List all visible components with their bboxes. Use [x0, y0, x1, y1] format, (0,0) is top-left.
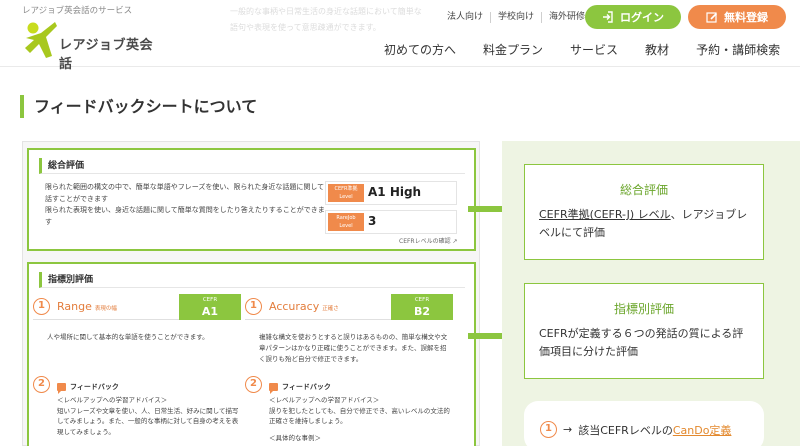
- accuracy-feedback-label: フィードバック: [282, 383, 331, 391]
- login-label: ログイン: [620, 11, 664, 24]
- range-feedback-label: フィードバック: [70, 383, 119, 391]
- faint-overlay-text-1: 一般的な事柄や日常生活の身近な話題において簡単な: [230, 7, 422, 16]
- top-link-school[interactable]: 学校向け: [490, 12, 541, 23]
- accuracy-title: Accuracy 正確さ: [269, 300, 339, 313]
- accuracy-cefr-label: CEFR: [414, 297, 430, 303]
- register-button[interactable]: 無料登録: [688, 5, 786, 29]
- overall-desc-line-1: 限られた範囲の構文の中で、簡単な単語やフレーズを使い、限られた身近な話題に関して…: [45, 183, 325, 203]
- nav-item-services[interactable]: サービス: [570, 41, 618, 58]
- cefr-link-label: CEFRレベルの確認: [399, 238, 451, 245]
- number-badge: 1: [245, 298, 262, 315]
- rarejob-level-row: RareJob Level 3: [325, 210, 457, 234]
- indicator-evaluation-box: 指標別評価 1 Range 表現の幅 CEFR A1 人や場所に関して基本的な単語…: [27, 262, 476, 446]
- indicator-heading: 指標別評価: [39, 272, 465, 288]
- accuracy-title-ja: 正確さ: [322, 306, 339, 312]
- pencil-icon: [706, 12, 718, 23]
- top-links: 法人向け 学校向け 海外研修: [440, 12, 592, 23]
- range-feedback-line-2: 短いフレーズや文章を使い、人、日常生活、好みに関して描写してみましょう。また、一…: [57, 406, 239, 436]
- range-feedback-text: ＜レベルアップへの学習アドバイス＞ 短いフレーズや文章を使い、人、日常生活、好み…: [57, 395, 239, 437]
- feedback-sheet-sample: 総合評価 限られた範囲の構文の中で、簡単な単語やフレーズを使い、限られた身近な話…: [22, 141, 480, 446]
- accuracy-feedback-text: ＜レベルアップへの学習アドバイス＞ 誤りを犯したとしても、自分で修正でき、高いレ…: [269, 395, 451, 443]
- page-title: フィードバックシートについて: [34, 97, 258, 116]
- nav-item-beginners[interactable]: 初めての方へ: [384, 41, 456, 58]
- number-badge: 1: [540, 421, 557, 438]
- indicator-card-body: CEFRが定義する６つの発話の質による評価項目に分けた評価: [539, 327, 744, 358]
- accuracy-cefr-badge: CEFR B2: [391, 294, 453, 320]
- accuracy-title-en: Accuracy: [269, 300, 320, 313]
- arrow-glyph: →: [563, 423, 573, 436]
- range-cefr-value: A1: [201, 305, 219, 318]
- login-icon: [603, 11, 613, 23]
- number-badge: 1: [33, 298, 50, 315]
- accuracy-column: 1 Accuracy 正確さ CEFR B2 複雑な構文を使おうとすると誤りはある…: [245, 294, 453, 446]
- external-link-icon: ↗: [452, 238, 458, 245]
- range-title: Range 表現の幅: [57, 300, 117, 313]
- accuracy-feedback-line-2: 誤りを犯したとしても、自分で修正でき、高いレベルの文法的正確さを維持しましょう。: [269, 406, 450, 426]
- overall-card-title: 総合評価: [619, 183, 668, 197]
- cefr-tag-line-1: CEFR準拠: [334, 186, 358, 192]
- range-title-ja: 表現の幅: [94, 306, 117, 312]
- nav-item-booking[interactable]: 予約・講師検索: [696, 41, 780, 58]
- cefr-tag-line-2: Level: [339, 194, 353, 200]
- range-column-head: 1 Range 表現の幅 CEFR A1: [33, 294, 241, 320]
- cando-definition-link[interactable]: CanDo定義: [673, 422, 732, 438]
- page-title-block: フィードバックシートについて: [20, 95, 257, 118]
- service-label: レアジョブ英会話のサービス: [22, 6, 133, 16]
- rarejob-level-value: 3: [368, 214, 377, 228]
- range-title-en: Range: [57, 300, 92, 313]
- range-description: 人や場所に関して基本的な単語を使うことができます。: [47, 333, 209, 341]
- speech-bubble-icon: [57, 383, 66, 394]
- overall-desc-line-2: 限られた表現を使い、身近な話題に関して簡単な質問をしたり答えたりすることができま…: [45, 206, 325, 226]
- site-header: レアジョブ英会話のサービス レアジョブ英会話 一般的な事柄や日常生活の身近な話題…: [0, 0, 800, 72]
- register-label: 無料登録: [724, 11, 768, 24]
- nav-item-materials[interactable]: 教材: [645, 41, 669, 58]
- top-link-corporate[interactable]: 法人向け: [440, 12, 490, 23]
- site-logo[interactable]: レアジョブ英会話: [24, 20, 154, 72]
- range-column: 1 Range 表現の幅 CEFR A1 人や場所に関して基本的な単語を使うことが…: [33, 294, 241, 446]
- cefr-level-tag: CEFR準拠 Level: [328, 184, 364, 202]
- accuracy-column-head: 1 Accuracy 正確さ CEFR B2: [245, 294, 453, 320]
- range-feedback-line-1: ＜レベルアップへの学習アドバイス＞: [57, 396, 168, 404]
- range-cefr-badge: CEFR A1: [179, 294, 241, 320]
- speech-bubble-icon: [269, 383, 278, 394]
- range-feedback-head: フィードバック: [57, 382, 119, 394]
- accuracy-feedback-line-3: ＜具体的な事例＞: [269, 433, 321, 442]
- overall-explanation-card: 総合評価 CEFR準拠(CEFR-J) レベル、レアジョブレベルにて評価: [524, 164, 764, 260]
- explanation-panel: 総合評価 CEFR準拠(CEFR-J) レベル、レアジョブレベルにて評価 指標別…: [502, 141, 800, 446]
- faint-overlay-text-2: 語句や表現を使って意思疎通ができます。: [230, 23, 381, 32]
- number-badge: 2: [245, 376, 262, 393]
- rarejob-level-tag: RareJob Level: [328, 213, 364, 231]
- nav-item-pricing[interactable]: 料金プラン: [483, 41, 543, 58]
- indicator-explanation-card: 指標別評価 CEFRが定義する６つの発話の質による評価項目に分けた評価: [524, 283, 764, 379]
- indicator-card-title: 指標別評価: [613, 302, 674, 316]
- cefr-j-level-link[interactable]: CEFR準拠(CEFR-J) レベル: [539, 208, 671, 221]
- overall-heading: 総合評価: [39, 158, 465, 174]
- overall-evaluation-box: 総合評価 限られた範囲の構文の中で、簡単な単語やフレーズを使い、限られた身近な話…: [27, 148, 476, 251]
- cefr-level-check-link[interactable]: CEFRレベルの確認 ↗: [399, 236, 458, 245]
- accuracy-feedback-head: フィードバック: [269, 382, 331, 394]
- rarejob-tag-line-1: RareJob: [336, 215, 356, 221]
- logo-mark-icon: [25, 22, 57, 58]
- accuracy-description: 複雑な構文を使おうとすると誤りはあるものの、簡単な構文や文章パターンはかなり正確…: [259, 333, 448, 363]
- cando-note-row: 1 → 該当CEFRレベルの CanDo定義: [540, 421, 731, 438]
- cefr-level-row: CEFR準拠 Level A1 High: [325, 181, 457, 205]
- number-badge: 2: [33, 376, 50, 393]
- login-button[interactable]: ログイン: [585, 5, 681, 29]
- range-cefr-label: CEFR: [202, 297, 218, 303]
- accuracy-feedback-line-1: ＜レベルアップへの学習アドバイス＞: [269, 396, 380, 404]
- logo-text: レアジョブ英会話: [59, 38, 153, 72]
- main-nav: 初めての方へ 料金プラン サービス 教材 予約・講師検索: [384, 41, 780, 58]
- cefr-level-value: A1 High: [368, 185, 422, 199]
- cando-note-card: 1 → 該当CEFRレベルの CanDo定義: [524, 401, 764, 446]
- overall-description: 限られた範囲の構文の中で、簡単な単語やフレーズを使い、限られた身近な話題に関して…: [45, 182, 325, 228]
- cando-note-text: 該当CEFRレベルの: [578, 423, 673, 437]
- overall-card-body: CEFR準拠(CEFR-J) レベル、レアジョブレベルにて評価: [525, 198, 763, 242]
- accuracy-cefr-value: B2: [413, 305, 431, 318]
- rarejob-tag-line-2: Level: [339, 223, 353, 229]
